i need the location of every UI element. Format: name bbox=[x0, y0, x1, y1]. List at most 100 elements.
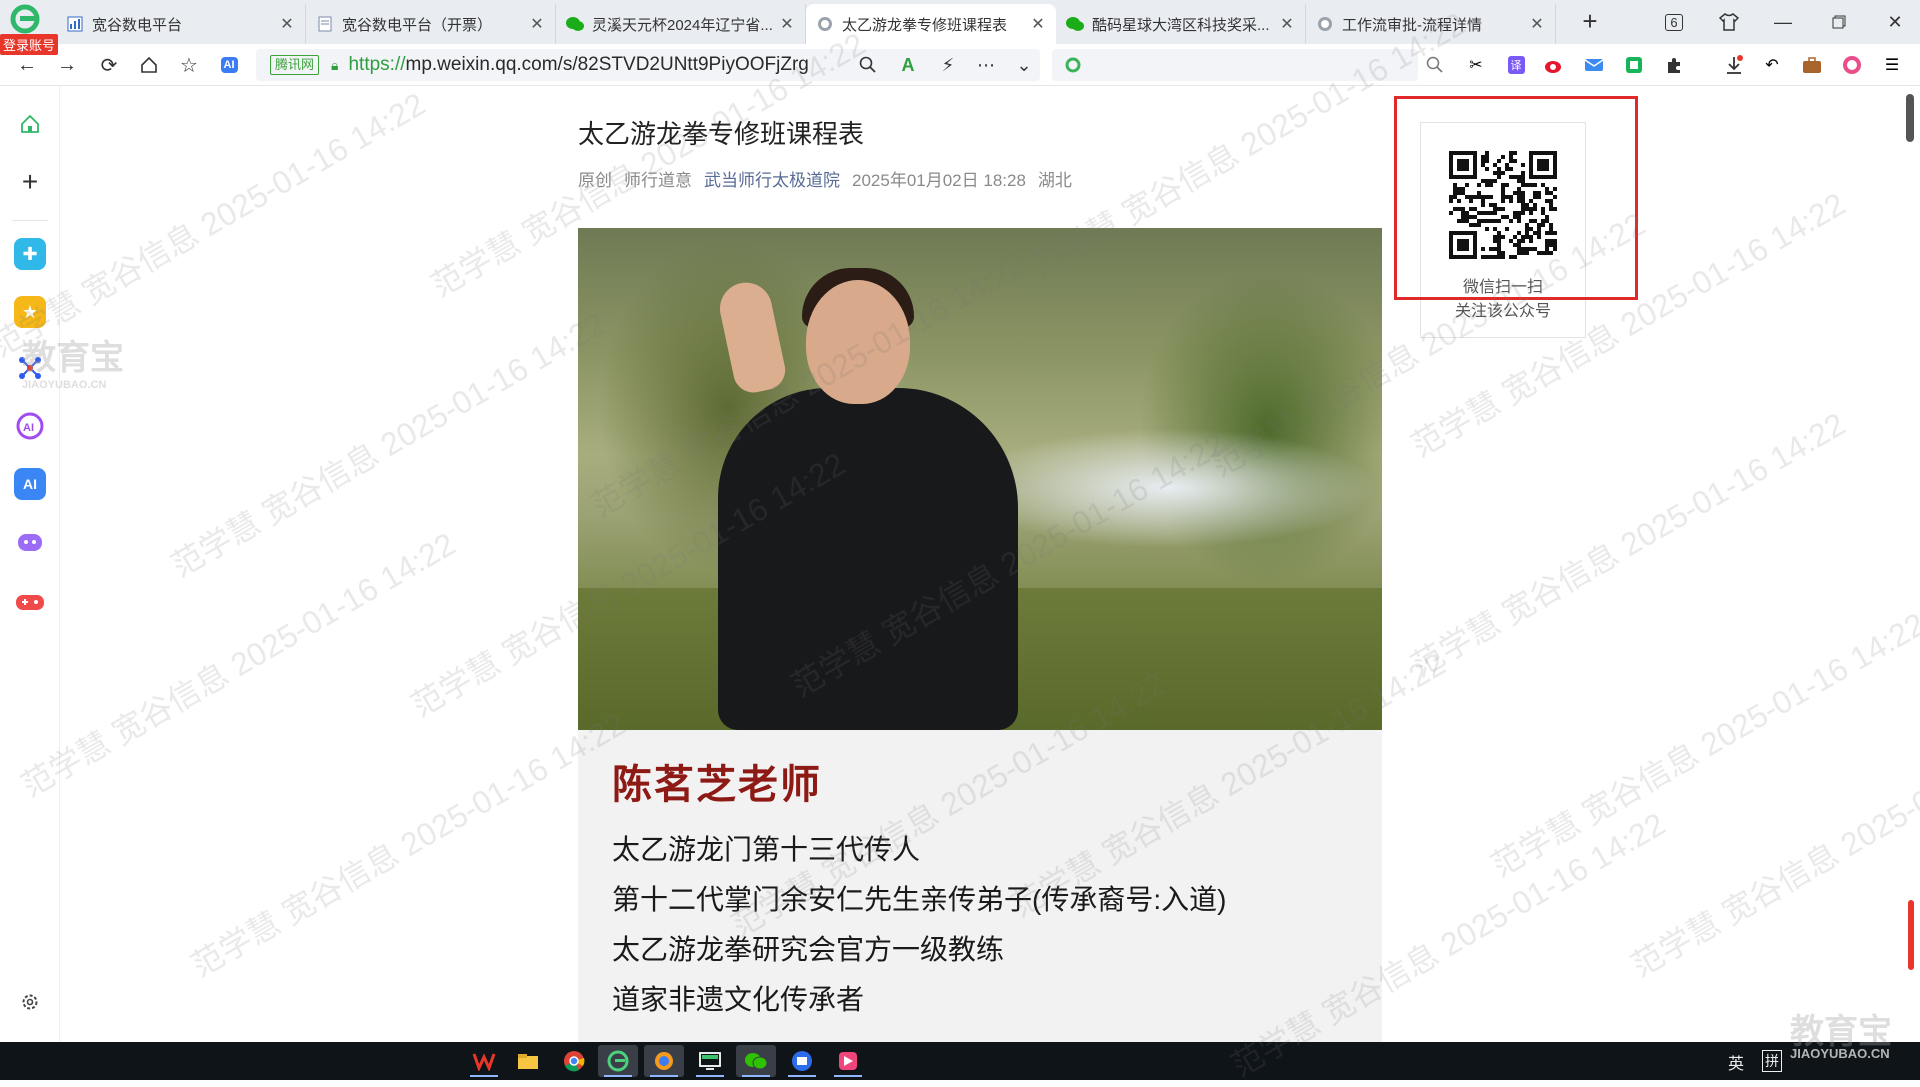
tab-kuangu-platform[interactable]: 宽谷数电平台 ✕ bbox=[56, 4, 306, 44]
wechat-icon[interactable] bbox=[736, 1045, 776, 1077]
lightning-icon[interactable]: ⚡︎ bbox=[936, 53, 960, 77]
wechat-favicon-icon bbox=[566, 15, 584, 33]
url-text[interactable]: https://mp.weixin.qq.com/s/82STVD2UNtt9P… bbox=[348, 54, 808, 76]
article-area: 太乙游龙拳专修班课程表 原创 师行道意 武当师行太极道院 2025年01月02日… bbox=[578, 86, 1382, 1042]
tab-workflow-approval[interactable]: 工作流审批-流程详情 ✕ bbox=[1306, 4, 1556, 44]
credential-line: 太乙游龙拳研究会官方一级教练 bbox=[612, 934, 1005, 965]
scrollbar-thumb[interactable] bbox=[1906, 94, 1914, 142]
login-account-badge[interactable]: 登录账号 bbox=[0, 34, 59, 55]
tab-close-icon[interactable]: ✕ bbox=[1529, 14, 1545, 34]
avatar-icon[interactable] bbox=[1840, 53, 1864, 77]
browser-logo-icon[interactable] bbox=[8, 4, 42, 34]
lock-icon[interactable]: 🔒︎ bbox=[331, 57, 338, 74]
mail-icon[interactable] bbox=[1582, 53, 1606, 77]
zoom-magnifier-icon[interactable] bbox=[856, 53, 880, 77]
extensions-puzzle-icon[interactable] bbox=[1662, 53, 1686, 77]
red-highlight-box bbox=[1394, 96, 1638, 300]
svg-text:AI: AI bbox=[23, 422, 34, 434]
article-meta: 原创 师行道意 武当师行太极道院 2025年01月02日 18:28 湖北 bbox=[578, 166, 1072, 191]
tab-close-icon[interactable]: ✕ bbox=[1030, 14, 1046, 34]
game-controller-icon[interactable] bbox=[14, 586, 46, 618]
add-icon[interactable]: + bbox=[14, 166, 46, 198]
tab-kuangu-invoice[interactable]: 宽谷数电平台（开票） ✕ bbox=[306, 4, 556, 44]
wechat-favicon-icon bbox=[1066, 15, 1084, 33]
home-icon[interactable] bbox=[136, 52, 162, 78]
reload-icon[interactable]: ⟳ bbox=[96, 52, 122, 78]
file-explorer-icon[interactable] bbox=[508, 1045, 548, 1077]
globe-favicon-icon bbox=[1316, 15, 1334, 33]
more-dots-icon[interactable]: ⋯ bbox=[974, 53, 998, 77]
back-arrow-icon[interactable]: ← bbox=[14, 52, 40, 78]
robot-icon[interactable] bbox=[14, 526, 46, 558]
screen-monitor-icon[interactable] bbox=[690, 1045, 730, 1077]
publish-location: 湖北 bbox=[1037, 171, 1072, 190]
tab-close-icon[interactable]: ✕ bbox=[779, 14, 795, 34]
star-badge-icon[interactable]: ★ bbox=[14, 296, 46, 328]
watermark-text: 范学慧 宽谷信息 2025-01-16 14:22 bbox=[15, 525, 462, 804]
wps-icon[interactable] bbox=[464, 1045, 504, 1077]
watermark-text: 范学慧 宽谷信息 2025-01-16 14:22 bbox=[0, 85, 432, 364]
left-sidebar: + ✚ ★ AI AI bbox=[0, 86, 60, 1042]
original-label: 原创 bbox=[578, 171, 612, 190]
tab-lingxi-cup[interactable]: 灵溪天元杯2024年辽宁省... ✕ bbox=[556, 4, 806, 44]
toolbox-briefcase-icon[interactable] bbox=[1800, 53, 1824, 77]
search-engine-icon[interactable] bbox=[1064, 56, 1082, 79]
taskbar: 英 拼 JIAOYUBAO.CN bbox=[0, 1042, 1920, 1080]
watermark-text: 范学慧 宽谷信息 2025-01-16 14:22 bbox=[1625, 706, 1920, 984]
settings-gear-icon[interactable] bbox=[14, 986, 46, 1018]
ime-language-indicator[interactable]: 英 bbox=[1728, 1050, 1744, 1074]
app-blue-icon[interactable] bbox=[782, 1045, 822, 1077]
author-name[interactable]: 师行道意 bbox=[624, 166, 692, 191]
scissors-icon[interactable]: ✂︎ bbox=[1464, 53, 1488, 77]
download-icon[interactable] bbox=[1722, 53, 1746, 77]
app-pink-icon[interactable] bbox=[828, 1045, 868, 1077]
home-icon[interactable] bbox=[14, 108, 46, 140]
ime-mode-indicator[interactable]: 拼 bbox=[1762, 1050, 1782, 1072]
tab-title: 灵溪天元杯2024年辽宁省... bbox=[592, 16, 773, 34]
watermark-text: 范学慧 宽谷信息 2025-01-16 14:22 bbox=[185, 705, 632, 984]
watermark-text: 范学慧 宽谷信息 2025-01-16 14:22 bbox=[1405, 405, 1852, 684]
shirt-skin-icon[interactable] bbox=[1714, 6, 1744, 38]
translate-icon[interactable]: 译 bbox=[1504, 53, 1528, 77]
ai-assistant-icon[interactable]: AI bbox=[216, 52, 242, 78]
credential-line: 道家非遗文化传承者 bbox=[612, 984, 865, 1015]
search-box[interactable] bbox=[1052, 49, 1443, 81]
chart-favicon-icon bbox=[66, 15, 84, 33]
new-tab-button[interactable]: + bbox=[1576, 8, 1604, 36]
minimize-button[interactable]: — bbox=[1766, 6, 1800, 38]
search-icon[interactable] bbox=[1426, 56, 1444, 79]
address-bar[interactable]: 腾讯网 🔒︎ https://mp.weixin.qq.com/s/82STVD… bbox=[256, 49, 1040, 81]
tab-kuma-award[interactable]: 酷码星球大湾区科技奖采... ✕ bbox=[1056, 4, 1306, 44]
certificate-badge[interactable]: 腾讯网 bbox=[270, 55, 320, 75]
chat-app-icon[interactable] bbox=[644, 1045, 684, 1077]
favorites-star-icon[interactable]: ☆ bbox=[176, 52, 202, 78]
tab-title: 宽谷数电平台（开票） bbox=[342, 16, 493, 34]
ai-assistant-icon[interactable]: AI bbox=[14, 468, 46, 500]
menu-hamburger-icon[interactable]: ☰ bbox=[1880, 53, 1904, 77]
medical-cross-icon[interactable]: ✚ bbox=[14, 238, 46, 270]
teacher-card: 陈茗芝老师 太乙游龙门第十三代传人 第十二代掌门余安仁先生亲传弟子(传承裔号:入… bbox=[578, 730, 1382, 1042]
forward-arrow-icon[interactable]: → bbox=[54, 52, 80, 78]
tab-strip: 宽谷数电平台 ✕ 宽谷数电平台（开票） ✕ 灵溪天元杯2024年辽宁省... ✕… bbox=[56, 4, 1556, 44]
article-title: 太乙游龙拳专修班课程表 bbox=[578, 119, 865, 149]
tab-taiyi-course[interactable]: 太乙游龙拳专修班课程表 ✕ bbox=[806, 4, 1056, 44]
weibo-icon[interactable] bbox=[1542, 53, 1566, 77]
tab-close-icon[interactable]: ✕ bbox=[1279, 14, 1295, 34]
globe-favicon-icon bbox=[816, 15, 834, 33]
browser-taskbar-icon[interactable] bbox=[598, 1045, 638, 1077]
chrome-icon[interactable] bbox=[554, 1045, 594, 1077]
chevron-down-icon[interactable]: ⌄ bbox=[1012, 53, 1036, 77]
undo-icon[interactable]: ↶ bbox=[1760, 53, 1784, 77]
restore-button[interactable] bbox=[1822, 6, 1856, 38]
read-aloud-icon[interactable]: A bbox=[896, 53, 920, 77]
tab-close-icon[interactable]: ✕ bbox=[279, 14, 295, 34]
teacher-name: 陈茗芝老师 bbox=[612, 763, 822, 807]
tab-title: 酷码星球大湾区科技奖采... bbox=[1092, 16, 1270, 34]
tab-close-icon[interactable]: ✕ bbox=[529, 14, 545, 34]
account-link[interactable]: 武当师行太极道院 bbox=[704, 166, 840, 191]
notebook-icon[interactable] bbox=[1622, 53, 1646, 77]
brand-watermark-logo: 教育宝 bbox=[1790, 1013, 1892, 1051]
tab-count-button[interactable]: 6 bbox=[1660, 6, 1688, 38]
ai-chat-icon[interactable]: AI bbox=[14, 410, 46, 442]
close-window-button[interactable]: ✕ bbox=[1878, 6, 1912, 38]
